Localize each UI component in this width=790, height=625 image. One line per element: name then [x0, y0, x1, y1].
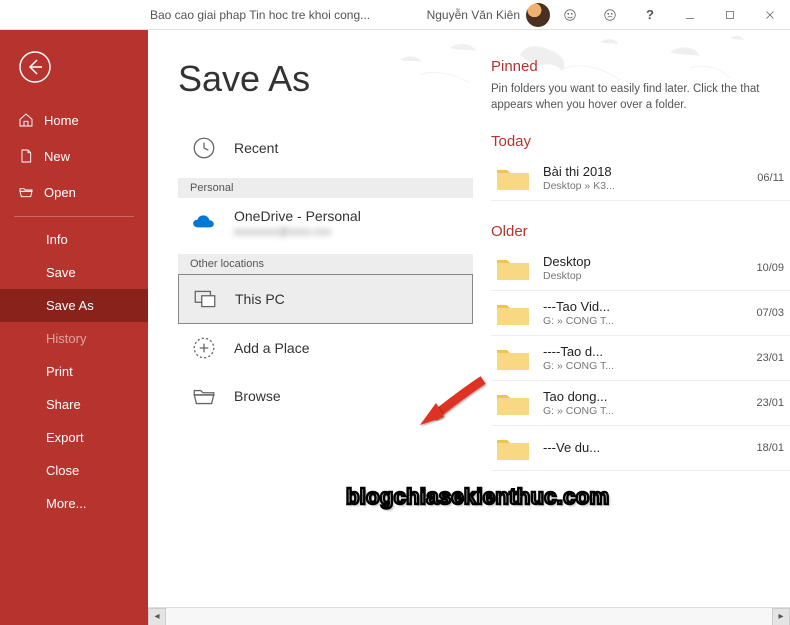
location-browse[interactable]: Browse: [178, 372, 473, 420]
scroll-right-button[interactable]: ▸: [772, 608, 790, 625]
location-onedrive[interactable]: OneDrive - Personal xxxxxxxx@xxxx.xxx: [178, 198, 473, 248]
nav-export[interactable]: Export: [0, 421, 148, 454]
pinned-heading: Pinned: [491, 58, 790, 75]
nav-home[interactable]: Home: [0, 102, 148, 138]
nav-label: Home: [44, 113, 79, 128]
nav-label: Open: [44, 185, 76, 200]
folder-date: 23/01: [756, 397, 784, 409]
nav-info[interactable]: Info: [0, 223, 148, 256]
folder-name: ----Tao d...: [543, 344, 744, 359]
document-title: Bao cao giai phap Tin hoc tre khoi cong.…: [150, 8, 370, 22]
folder-path: G: » CONG T...: [543, 315, 744, 327]
help-icon[interactable]: ?: [630, 0, 670, 30]
onedrive-email: xxxxxxxx@xxxx.xxx: [234, 226, 361, 238]
folder-path: G: » CONG T...: [543, 360, 744, 372]
folder-item[interactable]: ---Ve du... 18/01: [491, 426, 790, 471]
close-button[interactable]: [750, 0, 790, 30]
user-account[interactable]: Nguyễn Văn Kiên: [427, 3, 550, 27]
folder-name: ---Tao Vid...: [543, 299, 744, 314]
backstage-sidebar: Home New Open Info Save Save As History …: [0, 30, 148, 625]
title-bar: Bao cao giai phap Tin hoc tre khoi cong.…: [0, 0, 790, 30]
file-icon: [18, 148, 34, 164]
home-icon: [18, 112, 34, 128]
location-label: Recent: [234, 140, 278, 156]
folder-item[interactable]: Bài thi 2018 Desktop » K3... 06/11: [491, 156, 790, 201]
nav-new[interactable]: New: [0, 138, 148, 174]
folder-item[interactable]: Tao dong... G: » CONG T... 23/01: [491, 381, 790, 426]
folder-path: Desktop: [543, 270, 744, 282]
location-this-pc[interactable]: This PC: [178, 274, 473, 324]
folder-name: Tao dong...: [543, 389, 744, 404]
scroll-left-button[interactable]: ◂: [148, 608, 166, 625]
nav-close[interactable]: Close: [0, 454, 148, 487]
browse-folder-icon: [190, 382, 218, 410]
maximize-button[interactable]: [710, 0, 750, 30]
folder-icon: [495, 299, 531, 327]
horizontal-scrollbar[interactable]: ◂ ▸: [148, 607, 790, 625]
main-pane: Save As Recent Personal OneDrive - Perso…: [148, 30, 790, 625]
nav-label: New: [44, 149, 70, 164]
folder-name: ---Ve du...: [543, 440, 744, 455]
folder-item[interactable]: ---Tao Vid... G: » CONG T... 07/03: [491, 291, 790, 336]
folder-name: Bài thi 2018: [543, 164, 745, 179]
face-smile-icon[interactable]: [550, 0, 590, 30]
clock-icon: [190, 134, 218, 162]
folder-date: 10/09: [756, 262, 784, 274]
folder-open-icon: [18, 184, 34, 200]
locations-column: Save As Recent Personal OneDrive - Perso…: [148, 30, 473, 625]
folder-path: Desktop » K3...: [543, 180, 745, 192]
pinned-description: Pin folders you want to easily find late…: [491, 81, 790, 113]
folder-icon: [495, 389, 531, 417]
folder-icon: [495, 344, 531, 372]
today-heading: Today: [491, 133, 790, 150]
folder-date: 23/01: [756, 352, 784, 364]
onedrive-icon: [190, 209, 218, 237]
folder-date: 06/11: [757, 172, 784, 184]
location-label: Add a Place: [234, 340, 310, 356]
folder-item[interactable]: Desktop Desktop 10/09: [491, 246, 790, 291]
back-button[interactable]: [18, 50, 52, 84]
nav-print[interactable]: Print: [0, 355, 148, 388]
minimize-button[interactable]: [670, 0, 710, 30]
nav-save-as[interactable]: Save As: [0, 289, 148, 322]
nav-more[interactable]: More...: [0, 487, 148, 520]
separator: [14, 216, 134, 217]
nav-open[interactable]: Open: [0, 174, 148, 210]
nav-history[interactable]: History: [0, 322, 148, 355]
location-label: Browse: [234, 388, 281, 404]
user-name: Nguyễn Văn Kiên: [427, 8, 520, 22]
section-personal: Personal: [178, 178, 473, 198]
location-add-place[interactable]: Add a Place: [178, 324, 473, 372]
location-label: This PC: [235, 291, 285, 307]
scroll-track[interactable]: [166, 608, 772, 625]
folders-column: Pinned Pin folders you want to easily fi…: [473, 30, 790, 625]
folder-date: 18/01: [756, 442, 784, 454]
folder-icon: [495, 434, 531, 462]
folder-path: G: » CONG T...: [543, 405, 744, 417]
user-avatar-icon: [526, 3, 550, 27]
page-title: Save As: [178, 58, 473, 100]
nav-save[interactable]: Save: [0, 256, 148, 289]
folder-icon: [495, 164, 531, 192]
location-label: OneDrive - Personal: [234, 208, 361, 224]
this-pc-icon: [191, 285, 219, 313]
section-other: Other locations: [178, 254, 473, 274]
older-heading: Older: [491, 223, 790, 240]
add-place-icon: [190, 334, 218, 362]
folder-name: Desktop: [543, 254, 744, 269]
face-sad-icon[interactable]: [590, 0, 630, 30]
folder-date: 07/03: [756, 307, 784, 319]
folder-item[interactable]: ----Tao d... G: » CONG T... 23/01: [491, 336, 790, 381]
location-recent[interactable]: Recent: [178, 124, 473, 172]
folder-icon: [495, 254, 531, 282]
nav-share[interactable]: Share: [0, 388, 148, 421]
